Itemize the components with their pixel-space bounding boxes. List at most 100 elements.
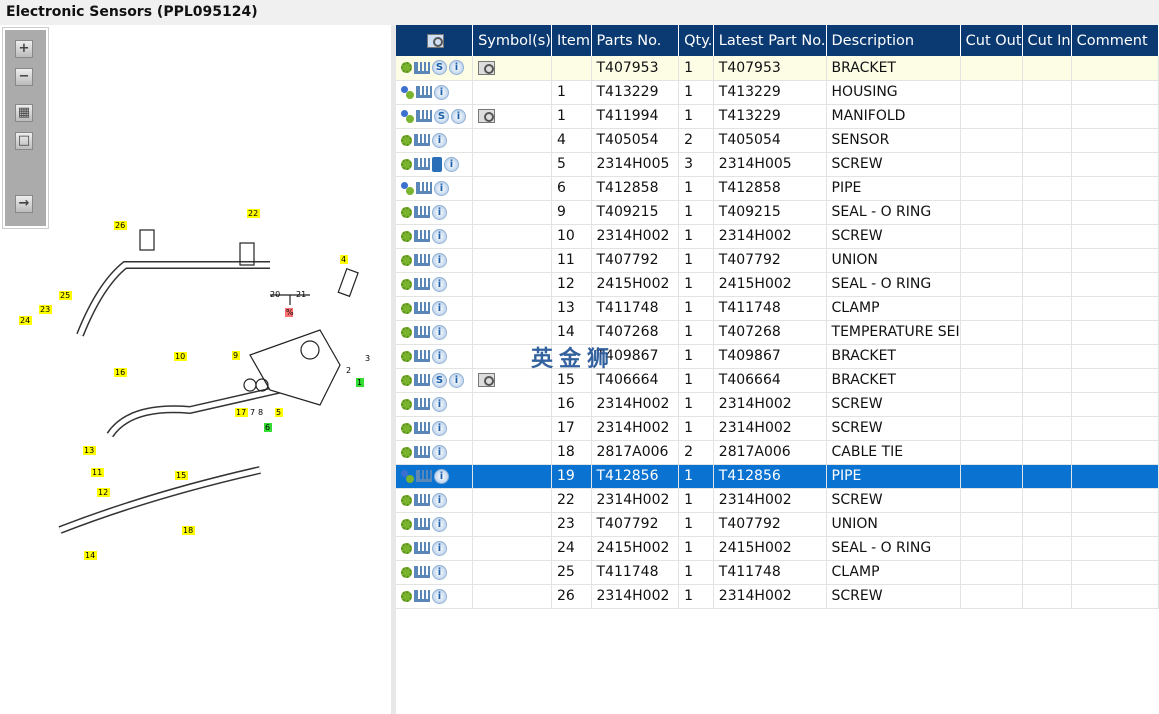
table-row[interactable]: i 5 2314H005 3 2314H005 SCREW [396, 152, 1159, 177]
info-icon[interactable]: i [432, 324, 447, 340]
callout-label[interactable]: 18 [182, 526, 195, 535]
gear-icon[interactable] [401, 518, 412, 530]
info-icon[interactable]: i [432, 564, 447, 580]
cart-icon[interactable] [416, 86, 432, 98]
table-row[interactable]: i 23 T407792 1 T407792 UNION [396, 512, 1159, 537]
callout-label[interactable]: 12 [97, 488, 110, 497]
info-icon[interactable]: i [432, 444, 447, 460]
info-icon[interactable]: i [432, 228, 447, 244]
gear-icon[interactable] [401, 134, 412, 146]
info-icon[interactable]: i [434, 84, 449, 100]
callout-label[interactable]: 1 [356, 378, 364, 387]
cart-icon[interactable] [414, 254, 430, 266]
callout-label[interactable]: 15 [175, 471, 188, 480]
magnifier-icon[interactable] [427, 33, 445, 48]
column-header[interactable]: Qty. [678, 25, 714, 56]
gear-icon[interactable] [401, 230, 412, 242]
callout-label[interactable]: 2 [346, 366, 351, 375]
column-header[interactable]: Cut Out [960, 25, 1023, 56]
gear-icon[interactable] [401, 542, 412, 554]
cart-icon[interactable] [414, 350, 430, 362]
table-row[interactable]: i 18 2817A006 2 2817A006 CABLE TIE [396, 440, 1159, 465]
illustration-icon[interactable] [478, 373, 496, 387]
cart-icon[interactable] [414, 590, 430, 602]
info-icon[interactable]: i [432, 396, 447, 412]
info-icon[interactable]: i [432, 516, 447, 532]
table-row[interactable]: i 22 2314H002 1 2314H002 SCREW [396, 488, 1159, 513]
callout-label[interactable]: 10 [174, 352, 187, 361]
column-header[interactable]: Cut In [1022, 25, 1072, 56]
gear-icon[interactable] [401, 326, 412, 338]
gear-icon[interactable] [401, 206, 412, 218]
cart-icon[interactable] [414, 422, 430, 434]
callout-label[interactable]: 26 [114, 221, 127, 230]
cart-icon[interactable] [414, 374, 430, 386]
table-row[interactable]: i 6 T412858 1 T412858 PIPE [396, 176, 1159, 201]
callout-label[interactable]: 20 [270, 290, 280, 299]
supersession-icon[interactable]: S [432, 60, 447, 76]
header-search-icon[interactable] [396, 25, 474, 56]
info-icon[interactable]: i [432, 588, 447, 604]
table-row[interactable]: i 19 T412856 1 T412856 PIPE [396, 464, 1159, 489]
callout-label[interactable]: % [285, 308, 294, 317]
info-icon[interactable]: i [432, 276, 447, 292]
gears-icon[interactable] [401, 85, 414, 99]
book-icon[interactable] [432, 156, 442, 172]
column-header[interactable]: Symbol(s) [472, 25, 552, 56]
gear-icon[interactable] [401, 302, 412, 314]
cart-icon[interactable] [414, 494, 430, 506]
callout-label[interactable]: 13 [83, 446, 96, 455]
info-icon[interactable]: i [432, 420, 447, 436]
table-row[interactable]: Si T407953 1 T407953 BRACKET [396, 56, 1159, 81]
info-icon[interactable]: i [432, 492, 447, 508]
table-row[interactable]: i 11 T407792 1 T407792 UNION [396, 248, 1159, 273]
table-row[interactable]: i 9 T409215 1 T409215 SEAL - O RING [396, 200, 1159, 225]
callout-label[interactable]: 17 [235, 408, 248, 417]
info-icon[interactable]: i [451, 108, 466, 124]
table-row[interactable]: i 10 2314H002 1 2314H002 SCREW [396, 224, 1159, 249]
gear-icon[interactable] [401, 590, 412, 602]
cart-icon[interactable] [414, 518, 430, 530]
callout-label[interactable]: 16 [114, 368, 127, 377]
table-row[interactable]: i 26 2314H002 1 2314H002 SCREW [396, 584, 1159, 609]
info-icon[interactable]: i [449, 372, 464, 388]
gear-icon[interactable] [401, 158, 412, 170]
table-row[interactable]: i 17 2314H002 1 2314H002 SCREW [396, 416, 1159, 441]
callout-label[interactable]: 8 [258, 408, 263, 417]
info-icon[interactable]: i [432, 300, 447, 316]
column-header[interactable]: Comment [1071, 25, 1159, 56]
gears-icon[interactable] [401, 469, 414, 483]
illustration-icon[interactable] [478, 60, 496, 75]
callout-label[interactable]: 22 [247, 209, 260, 218]
info-icon[interactable]: i [444, 156, 459, 172]
cart-icon[interactable] [414, 278, 430, 290]
column-header[interactable]: Item [551, 25, 592, 56]
gears-icon[interactable] [401, 181, 414, 195]
column-header[interactable]: Parts No. [591, 25, 680, 56]
callout-label[interactable]: 3 [365, 354, 370, 363]
supersession-icon[interactable]: S [434, 108, 449, 124]
table-row[interactable]: i 1 T413229 1 T413229 HOUSING [396, 80, 1159, 105]
callout-label[interactable]: 14 [84, 551, 97, 560]
diagram-panel[interactable]: + − ▦ □ → 26 22 4 25 23 24 20 21% 10 9 3 2 1 16 7 8 17 5 6… [0, 25, 391, 714]
info-icon[interactable]: i [434, 180, 449, 196]
parts-diagram[interactable]: 26 22 4 25 23 24 20 21% 10 9 3 21 16 7 8 17 56 13 11 15 12 14… [0, 25, 391, 714]
cart-icon[interactable] [414, 398, 430, 410]
info-icon[interactable]: i [449, 60, 464, 76]
cart-icon[interactable] [414, 134, 430, 146]
table-row[interactable]: i 13 T411748 1 T411748 CLAMP [396, 296, 1159, 321]
table-row[interactable]: i 14 T407268 1 T407268 TEMPERATURE SEI [396, 320, 1159, 345]
illustration-icon[interactable] [478, 109, 496, 123]
callout-label[interactable]: 4 [340, 255, 348, 264]
info-icon[interactable]: i [434, 468, 449, 484]
callout-label[interactable]: 5 [275, 408, 283, 417]
gear-icon[interactable] [401, 350, 412, 362]
cart-icon[interactable] [414, 302, 430, 314]
callout-label[interactable]: 24 [19, 316, 32, 325]
table-row[interactable]: i 12 2415H002 1 2415H002 SEAL - O RING [396, 272, 1159, 297]
column-header[interactable]: Description [826, 25, 961, 56]
cart-icon[interactable] [414, 446, 430, 458]
gear-icon[interactable] [401, 62, 412, 74]
supersession-icon[interactable]: S [432, 372, 447, 388]
callout-label[interactable]: 11 [91, 468, 104, 477]
